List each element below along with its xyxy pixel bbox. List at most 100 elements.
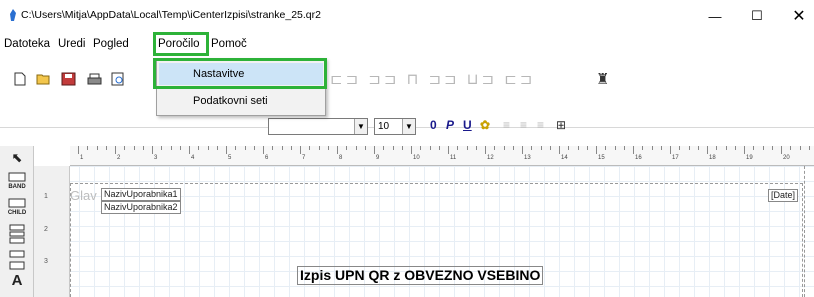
ruler-tick [642, 146, 644, 150]
ruler-tick [559, 146, 560, 154]
ruler-tick [522, 146, 523, 154]
ruler-tick [207, 146, 209, 150]
maximize-button[interactable]: ☐ [742, 6, 772, 26]
ruler-tick [364, 146, 366, 150]
ruler-tick [485, 146, 486, 154]
ruler-number: 13 [524, 155, 531, 161]
ruler-number: 5 [228, 155, 232, 161]
vertical-scrollbar[interactable] [804, 166, 814, 297]
ruler-number: 15 [598, 155, 605, 161]
ruler-tick [623, 146, 625, 150]
toolbar-main: ⊏⊐ ⊐⊐ ⊓ ⊐⊐ ⊔⊐ ⊏⊐ ♜ [0, 68, 814, 96]
ruler-tick [466, 146, 468, 150]
ruler-tick [115, 146, 116, 154]
ruler-tick [670, 146, 671, 154]
border-grid-icon[interactable]: ⊞ [556, 118, 566, 132]
ruler-tick [253, 146, 255, 150]
menu-bar: Datoteka Uredi Pogled Poročilo Pomoč [0, 36, 814, 56]
child-band-tool-icon[interactable]: CHILD [7, 198, 27, 216]
ruler-tick [688, 146, 690, 150]
ruler-tick [327, 146, 329, 150]
highlight-color-icon[interactable]: ✿ [480, 118, 490, 132]
ruler-number: 17 [672, 155, 679, 161]
chevron-down-icon[interactable]: ▼ [354, 119, 367, 134]
ruler-tick [586, 146, 588, 150]
ruler-tick [244, 146, 246, 150]
ruler-tick [179, 146, 181, 150]
print-icon[interactable] [84, 68, 104, 90]
close-button[interactable]: ✕ [784, 6, 814, 26]
tool-palette: ⬉ BAND CHILD A [0, 146, 34, 297]
minimize-button[interactable]: — [700, 6, 730, 26]
report-title-label[interactable]: Izpis UPN QR z OBVEZNO VSEBINO [297, 266, 544, 285]
pointer-icon[interactable]: ⬉ [7, 150, 27, 166]
align-left-icon[interactable]: ≡ [503, 118, 510, 132]
align-center-icon[interactable]: ≡ [520, 118, 527, 132]
label-tool-icon[interactable]: A [7, 272, 27, 289]
horizontal-ruler: 1 2 3 4 5 6 7 8 9 10 11 12 13 14 15 16 17 18 19 20 [70, 146, 814, 166]
ruler-tick [651, 146, 653, 150]
ruler-tick [540, 146, 542, 150]
ruler-tick [318, 146, 320, 150]
ruler-number: 9 [376, 155, 380, 161]
band-row-number: 3 [44, 258, 48, 265]
ruler-number: 16 [635, 155, 642, 161]
band-row-number: 1 [44, 193, 48, 200]
ruler-number: 19 [746, 155, 753, 161]
band-ghost-label: Glav [70, 188, 97, 203]
ruler-tick [263, 146, 264, 154]
font-name-select[interactable]: ▼ [268, 118, 368, 135]
ruler-tick [170, 146, 172, 150]
align-right-icon[interactable]: ≡ [537, 118, 544, 132]
ruler-number: 18 [709, 155, 716, 161]
group-band-icon[interactable] [7, 224, 27, 247]
ruler-tick [799, 146, 801, 150]
bold-icon[interactable]: 0 [430, 118, 437, 132]
menu-pomoc[interactable]: Pomoč [211, 38, 247, 50]
menu-pogled[interactable]: Pogled [93, 38, 129, 50]
ruler-tick [300, 146, 301, 154]
open-icon[interactable] [34, 68, 54, 90]
ruler-tick [290, 146, 292, 150]
ruler-number: 10 [413, 155, 420, 161]
ruler-tick [725, 146, 727, 150]
ruler-tick [161, 146, 163, 150]
align-tools-icon[interactable]: ⊏⊐ ⊐⊐ ⊓ ⊐⊐ ⊔⊐ ⊏⊐ [330, 70, 535, 88]
ruler-tick [633, 146, 634, 154]
underline-icon[interactable]: U [463, 118, 472, 132]
ruler-tick [438, 146, 440, 150]
font-size-select[interactable]: 10 ▼ [374, 118, 416, 135]
italic-icon[interactable]: P [446, 118, 454, 132]
tower-icon[interactable]: ♜ [596, 70, 609, 88]
menu-datoteka[interactable]: Datoteka [4, 38, 50, 50]
ruler-tick [781, 146, 782, 154]
ruler-tick [429, 146, 431, 150]
data-field[interactable]: NazivUporabnika1 [101, 188, 181, 201]
ruler-tick [762, 146, 764, 150]
ruler-tick [744, 146, 745, 154]
new-icon[interactable] [10, 68, 30, 90]
menu-item-podatkovni-seti[interactable]: Podatkovni seti [159, 90, 323, 112]
ruler-tick [189, 146, 190, 154]
menu-uredi[interactable]: Uredi [58, 38, 85, 50]
ruler-tick [753, 146, 755, 150]
font-size-value: 10 [378, 121, 390, 132]
band-tool-icon[interactable]: BAND [7, 172, 27, 190]
chevron-down-icon[interactable]: ▼ [402, 119, 415, 134]
ruler-tick [124, 146, 126, 150]
ruler-tick [383, 146, 385, 150]
save-icon[interactable] [58, 68, 78, 90]
ruler-tick [374, 146, 375, 154]
ruler-number: 11 [450, 155, 457, 161]
ruler-tick [281, 146, 283, 150]
date-field[interactable]: [Date] [768, 189, 799, 202]
ruler-number: 3 [154, 155, 158, 161]
sub-detail-band-icon[interactable] [7, 250, 27, 273]
data-field[interactable]: NazivUporabnika2 [101, 201, 181, 214]
ruler-tick [577, 146, 579, 150]
ruler-number: 6 [265, 155, 269, 161]
preview-icon[interactable] [108, 68, 128, 90]
dropdown-highlight-box [153, 58, 327, 89]
ruler-tick [96, 146, 98, 150]
ruler-tick [216, 146, 218, 150]
